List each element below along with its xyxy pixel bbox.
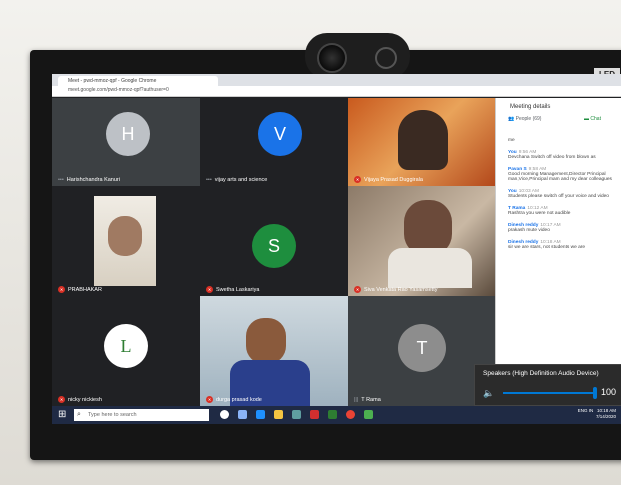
webcam-logo-icon <box>375 47 397 69</box>
windows-taskbar: ⊞ ⌕ Type here to search ENG IN 10:18 AM 7… <box>52 406 621 424</box>
avatar: S <box>252 224 296 268</box>
app-icon[interactable] <box>328 410 337 419</box>
participant-tile[interactable]: ✕ durga prasad kode <box>200 296 348 406</box>
participant-name: ✕ Swetha Laskariya <box>206 286 260 293</box>
mic-muted-icon: ✕ <box>58 286 65 293</box>
participant-name: ✕ PRABHAKAR <box>58 286 102 293</box>
url-text: meet.google.com/pwd-mmoz-qpf?authuser=0 <box>68 87 169 93</box>
audio-device-name: Speakers (High Definition Audio Device) <box>483 370 599 377</box>
participant-tile[interactable]: S ✕ Swetha Laskariya <box>200 186 348 296</box>
participant-name: ••• Harishchandra Kanuri <box>58 177 120 183</box>
avatar: L <box>104 324 148 368</box>
browser-tab-strip: Meet - pwd-mmoz-qpf - Google Chrome <box>52 74 621 86</box>
browser-tab[interactable]: Meet - pwd-mmoz-qpf - Google Chrome <box>58 76 218 86</box>
chrome-icon[interactable] <box>346 410 355 419</box>
screen: Meet - pwd-mmoz-qpf - Google Chrome meet… <box>52 74 621 424</box>
participant-tile[interactable]: L ✕ nicky nickiesh <box>52 296 200 406</box>
chat-message: Pavan S 9:58 AM Good morning Management,Di… <box>508 167 612 182</box>
speaker-icon[interactable]: 🔈 <box>483 388 494 399</box>
avatar: T <box>398 324 446 372</box>
windows-start-icon[interactable]: ⊞ <box>58 409 69 420</box>
participant-tile[interactable]: V ••• vijay arts and science <box>200 98 348 186</box>
mic-muted-icon: ✕ <box>354 286 361 293</box>
volume-value: 100 <box>601 387 617 397</box>
volume-flyout: Speakers (High Definition Audio Device) … <box>474 364 621 406</box>
webcam <box>305 33 410 79</box>
language-indicator[interactable]: ENG IN <box>578 408 594 413</box>
edge-icon[interactable] <box>256 410 265 419</box>
mic-muted-icon: ✕ <box>206 286 213 293</box>
search-icon: ⌕ <box>77 411 81 418</box>
participant-tile[interactable]: H ••• Harishchandra Kanuri <box>52 98 200 186</box>
mic-muted-icon: ✕ <box>206 396 213 403</box>
participant-name: ✕ durga prasad kode <box>206 396 262 403</box>
participant-name: ✕ Siva Venkata Rao Yasamsetty <box>354 286 438 293</box>
mic-muted-icon: ✕ <box>58 396 65 403</box>
cortana-icon[interactable] <box>220 410 229 419</box>
chat-message: You 10:03 AM Students please switch off yo… <box>508 189 609 199</box>
participant-name: ✕ Vijaya Prasad Duggirala <box>354 176 423 183</box>
task-view-icon[interactable] <box>238 410 247 419</box>
store-icon[interactable] <box>292 410 301 419</box>
participant-name: ••• vijay arts and science <box>206 177 268 183</box>
file-explorer-icon[interactable] <box>274 410 283 419</box>
taskbar-search-box[interactable]: ⌕ Type here to search <box>74 409 209 421</box>
chat-message: Dinesh reddy 10:18 AM sir we are stars, no… <box>508 240 586 250</box>
tab-chat[interactable]: ▬ Chat <box>584 116 601 122</box>
chat-top-text: me <box>508 138 515 143</box>
volume-slider-thumb[interactable] <box>593 387 597 399</box>
tab-people[interactable]: 👥 People (69) <box>508 116 541 122</box>
avatar: H <box>106 112 150 156</box>
chat-message: You 9:56 AM Devchana Switch off video from… <box>508 150 596 160</box>
person-face <box>246 318 286 364</box>
avatar: V <box>258 112 302 156</box>
system-tray: ENG IN 10:18 AM 7/14/2020 <box>578 408 616 420</box>
person-face <box>108 216 142 256</box>
clock[interactable]: 10:18 AM 7/14/2020 <box>596 408 616 419</box>
participant-tile[interactable]: ✕ Siva Venkata Rao Yasamsetty <box>348 186 495 296</box>
volume-slider[interactable] <box>503 392 595 394</box>
address-bar[interactable]: meet.google.com/pwd-mmoz-qpf?authuser=0 <box>52 86 621 97</box>
person-shirt <box>388 248 472 288</box>
participant-tile[interactable]: T ||| T Rama <box>348 296 495 406</box>
app-icon-2[interactable] <box>364 410 373 419</box>
participant-name: ||| T Rama <box>354 397 381 403</box>
mail-icon[interactable] <box>310 410 319 419</box>
participant-name: ✕ nicky nickiesh <box>58 396 102 403</box>
mic-muted-icon: ✕ <box>354 176 361 183</box>
chat-message: Dinesh reddy 10:17 AM prakash mute video <box>508 223 561 233</box>
participant-tile[interactable]: ✕ Vijaya Prasad Duggirala <box>348 98 495 186</box>
panel-title: Meeting details <box>510 104 551 110</box>
chat-list: me You 9:56 AM Devchana Switch off video f… <box>508 138 620 257</box>
participant-tile[interactable]: ✕ PRABHAKAR <box>52 186 200 296</box>
chat-message: T Rama 10:12 AM Rashtra you were not audib… <box>508 206 571 216</box>
webcam-lens <box>317 43 347 73</box>
person-silhouette <box>398 110 448 170</box>
